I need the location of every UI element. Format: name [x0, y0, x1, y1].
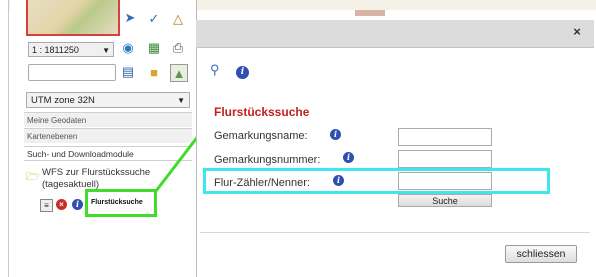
folder-icon[interactable]: ■: [146, 64, 162, 80]
window-left-border: [0, 0, 9, 277]
chevron-down-icon: ▼: [177, 96, 185, 105]
dialog-header[interactable]: [196, 20, 594, 48]
map-export-icon[interactable]: ▦: [146, 40, 162, 56]
map-image-icon[interactable]: ▲: [170, 64, 188, 82]
info-icon[interactable]: i: [72, 199, 83, 210]
print-icon[interactable]: ⎙: [170, 40, 186, 56]
coordinate-input[interactable]: [28, 64, 116, 81]
remove-icon[interactable]: ×: [56, 199, 67, 210]
scale-select[interactable]: 1 : 1811250 ▼: [28, 42, 114, 57]
nav-item-label: Meine Geodaten: [27, 116, 87, 125]
module-flurstuecksuche[interactable]: Flurstücksuche: [91, 199, 143, 206]
info-icon[interactable]: i: [330, 129, 341, 140]
search-dialog: [196, 20, 595, 277]
folder-open-icon: 🗁: [26, 171, 40, 183]
map-fragment: [355, 10, 385, 16]
nav-item-label: Such- und Downloadmodule: [27, 149, 134, 159]
coordinate-system-value: UTM zone 32N: [31, 95, 95, 106]
chevron-down-icon: ▼: [102, 46, 110, 55]
search-button[interactable]: Suche: [398, 194, 492, 207]
search-icon[interactable]: ⚲: [210, 62, 220, 78]
measure-icon[interactable]: △: [170, 11, 186, 27]
info-pointer-icon[interactable]: ✓: [146, 11, 162, 27]
layer-properties-icon[interactable]: ≡: [40, 199, 53, 212]
gemarkungsnummer-field[interactable]: [398, 150, 492, 168]
save-icon[interactable]: ▤: [120, 64, 136, 80]
info-icon[interactable]: i: [343, 152, 354, 163]
close-icon[interactable]: ×: [570, 25, 584, 39]
pan-arrow-icon[interactable]: ➤: [122, 10, 138, 26]
help-icon[interactable]: i: [236, 66, 249, 79]
overview-map[interactable]: [26, 0, 120, 36]
globe-icon[interactable]: ◉: [120, 40, 136, 56]
nav-item-label: Kartenebenen: [27, 132, 78, 141]
coordinate-system-select[interactable]: UTM zone 32N ▼: [26, 92, 190, 108]
close-button[interactable]: schliessen: [505, 245, 577, 263]
section-title: Flurstückssuche: [214, 105, 310, 119]
flur-zaehler-nenner-field[interactable]: [398, 172, 492, 190]
gemarkungsname-field[interactable]: [398, 128, 492, 146]
info-icon[interactable]: i: [333, 175, 344, 186]
flur-zaehler-nenner-label: Flur-Zähler/Nenner:: [214, 177, 310, 189]
scale-value: 1 : 1811250: [32, 45, 79, 55]
gemarkungsname-label: Gemarkungsname:: [214, 130, 308, 142]
dialog-divider: [200, 232, 590, 233]
gemarkungsnummer-label: Gemarkungsnummer:: [214, 154, 321, 166]
